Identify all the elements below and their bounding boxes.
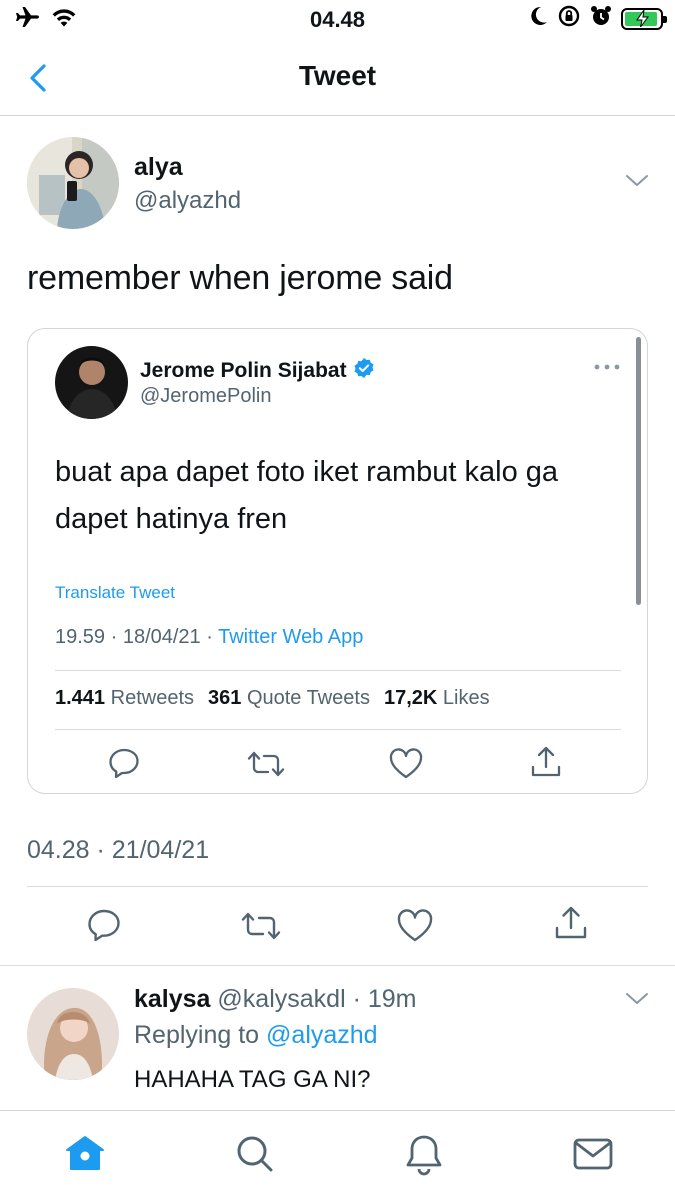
replying-prefix: Replying to xyxy=(134,1021,267,1049)
translate-tweet-link[interactable]: Translate Tweet xyxy=(55,583,175,603)
likes-stat[interactable]: 17,2K Likes xyxy=(384,687,490,710)
reply-button[interactable] xyxy=(107,747,141,784)
tweet-detail-screen: 04.48 Tweet alya @alyazhd remember when … xyxy=(0,0,675,1200)
retweets-stat[interactable]: 1.441 Retweets xyxy=(55,687,194,710)
share-icon xyxy=(553,906,589,945)
page-title: Tweet xyxy=(298,60,377,91)
more-options-button[interactable] xyxy=(594,359,620,377)
tab-notifications[interactable] xyxy=(403,1133,445,1182)
alarm-icon xyxy=(590,5,612,32)
retweets-label: Retweets xyxy=(110,687,194,709)
reply-time: · 19m xyxy=(352,985,417,1013)
moon-icon xyxy=(528,5,548,32)
retweet-button[interactable] xyxy=(240,910,282,947)
tab-home[interactable] xyxy=(64,1133,106,1180)
like-button[interactable] xyxy=(397,909,433,948)
divider xyxy=(55,729,621,730)
reply-author-handle[interactable]: @kalysakdl xyxy=(217,985,345,1013)
divider xyxy=(0,965,675,966)
reply-header: kalysa @kalysakdl · 19m xyxy=(134,985,416,1014)
replying-to-handle[interactable]: @alyazhd xyxy=(266,1021,378,1049)
quoted-tweet-time: 19.59 · 18/04/21 · xyxy=(55,626,219,648)
reply-button[interactable] xyxy=(86,908,122,947)
likes-label: Likes xyxy=(442,687,490,709)
quoted-author-name: Jerome Polin Sijabat xyxy=(140,359,347,382)
more-options-button[interactable] xyxy=(622,170,652,195)
chevron-down-icon xyxy=(622,993,652,1012)
quoted-author-name-row[interactable]: Jerome Polin Sijabat xyxy=(140,357,375,385)
retweet-icon xyxy=(240,912,282,946)
reply-text: HAHAHA TAG GA NI? xyxy=(134,1066,371,1093)
battery-charging-icon xyxy=(621,7,667,30)
quoted-author-handle[interactable]: @JeromePolin xyxy=(140,385,271,408)
quoted-tweet-text: buat apa dapet foto iket rambut kalo ga … xyxy=(55,456,559,535)
status-bar: 04.48 xyxy=(0,0,675,40)
divider xyxy=(27,886,648,887)
tweet-source-link[interactable]: Twitter Web App xyxy=(218,626,363,648)
tab-bar xyxy=(0,1110,675,1200)
retweet-button[interactable] xyxy=(246,749,286,784)
replying-to: Replying to @alyazhd xyxy=(134,1021,378,1050)
tweet-timestamp: 04.28 · 21/04/21 xyxy=(27,836,210,864)
quoted-avatar[interactable] xyxy=(55,346,128,419)
reply-icon xyxy=(86,909,122,946)
retweet-icon xyxy=(246,751,286,783)
tab-search[interactable] xyxy=(234,1133,276,1180)
reply-author-name[interactable]: kalysa xyxy=(134,985,210,1013)
messages-icon xyxy=(572,1138,614,1179)
like-icon xyxy=(389,748,423,784)
scrollbar[interactable] xyxy=(636,337,641,605)
share-button[interactable] xyxy=(553,905,589,946)
reply-avatar[interactable] xyxy=(27,988,119,1080)
tweet-text: remember when jerome said xyxy=(27,259,453,297)
home-icon xyxy=(64,1136,106,1179)
tab-messages[interactable] xyxy=(572,1133,614,1180)
share-button[interactable] xyxy=(529,745,563,784)
quotes-stat[interactable]: 361 Quote Tweets xyxy=(208,687,370,710)
reply-icon xyxy=(107,748,141,783)
orientation-lock-icon xyxy=(557,5,581,32)
chevron-down-icon xyxy=(622,175,652,194)
retweets-count: 1.441 xyxy=(55,687,106,709)
like-button[interactable] xyxy=(389,748,423,785)
more-options-button[interactable] xyxy=(622,988,652,1013)
more-dots-icon xyxy=(594,359,620,376)
likes-count: 17,2K xyxy=(383,687,438,709)
quoted-tweet-stats: 1.441 Retweets 361 Quote Tweets 17,2K Li… xyxy=(55,687,490,710)
quoted-tweet-meta: 19.59 · 18/04/21 · Twitter Web App xyxy=(55,626,363,649)
notifications-icon xyxy=(403,1135,445,1181)
quoted-tweet-card[interactable]: Jerome Polin Sijabat @JeromePolin buat a… xyxy=(27,328,648,794)
author-name[interactable]: alya xyxy=(134,153,183,182)
nav-header: Tweet xyxy=(0,40,675,116)
verified-badge-icon xyxy=(353,357,375,385)
quotes-count: 361 xyxy=(208,687,242,709)
search-icon xyxy=(234,1136,276,1179)
author-handle[interactable]: @alyazhd xyxy=(134,187,241,215)
like-icon xyxy=(397,909,433,947)
share-icon xyxy=(529,746,563,783)
divider xyxy=(55,670,621,671)
quotes-label: Quote Tweets xyxy=(246,687,370,709)
avatar[interactable] xyxy=(27,137,119,229)
